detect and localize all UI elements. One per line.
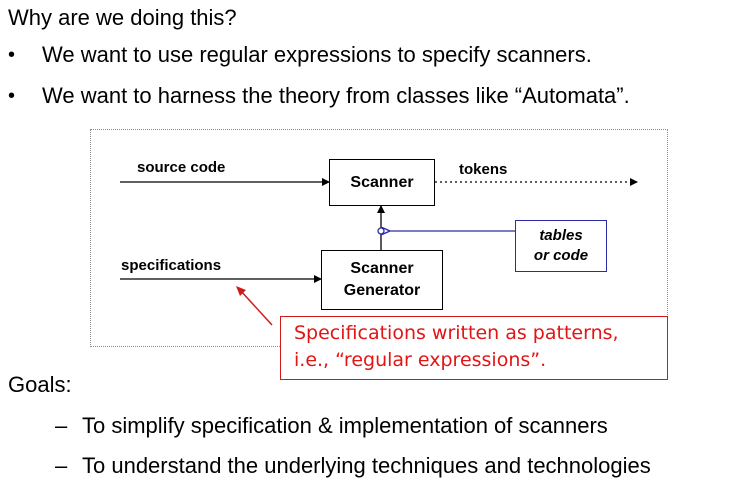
tables-line2: or code xyxy=(533,247,589,264)
scanner-generator-box: Scanner Generator xyxy=(321,250,443,310)
scanner-box: Scanner xyxy=(329,159,435,206)
source-code-label: source code xyxy=(137,159,226,176)
callout-line2: i.e., “regular expressions”. xyxy=(294,349,547,371)
callout-pointer xyxy=(239,289,273,326)
connector-point xyxy=(377,227,385,235)
goals-heading: Goals: xyxy=(8,372,72,397)
specifications-callout: Specifications written as patterns, i.e.… xyxy=(280,316,668,380)
specifications-label: specifications xyxy=(121,257,222,274)
callout-line1: Specifications written as patterns, xyxy=(294,322,619,344)
goal-item-1: To simplify specification & implementati… xyxy=(82,413,608,438)
generator-box-line2: Generator xyxy=(343,282,421,299)
tables-line1: tables xyxy=(539,227,583,244)
goal-item-2: To understand the underlying techniques … xyxy=(82,453,651,478)
scanner-box-label: Scanner xyxy=(350,173,414,191)
tokens-label: tokens xyxy=(459,161,508,178)
tables-or-code-box: tables or code xyxy=(515,220,607,272)
dash-marker: – xyxy=(55,413,68,438)
dash-marker: – xyxy=(55,453,68,478)
generator-box-line1: Scanner xyxy=(350,260,414,277)
